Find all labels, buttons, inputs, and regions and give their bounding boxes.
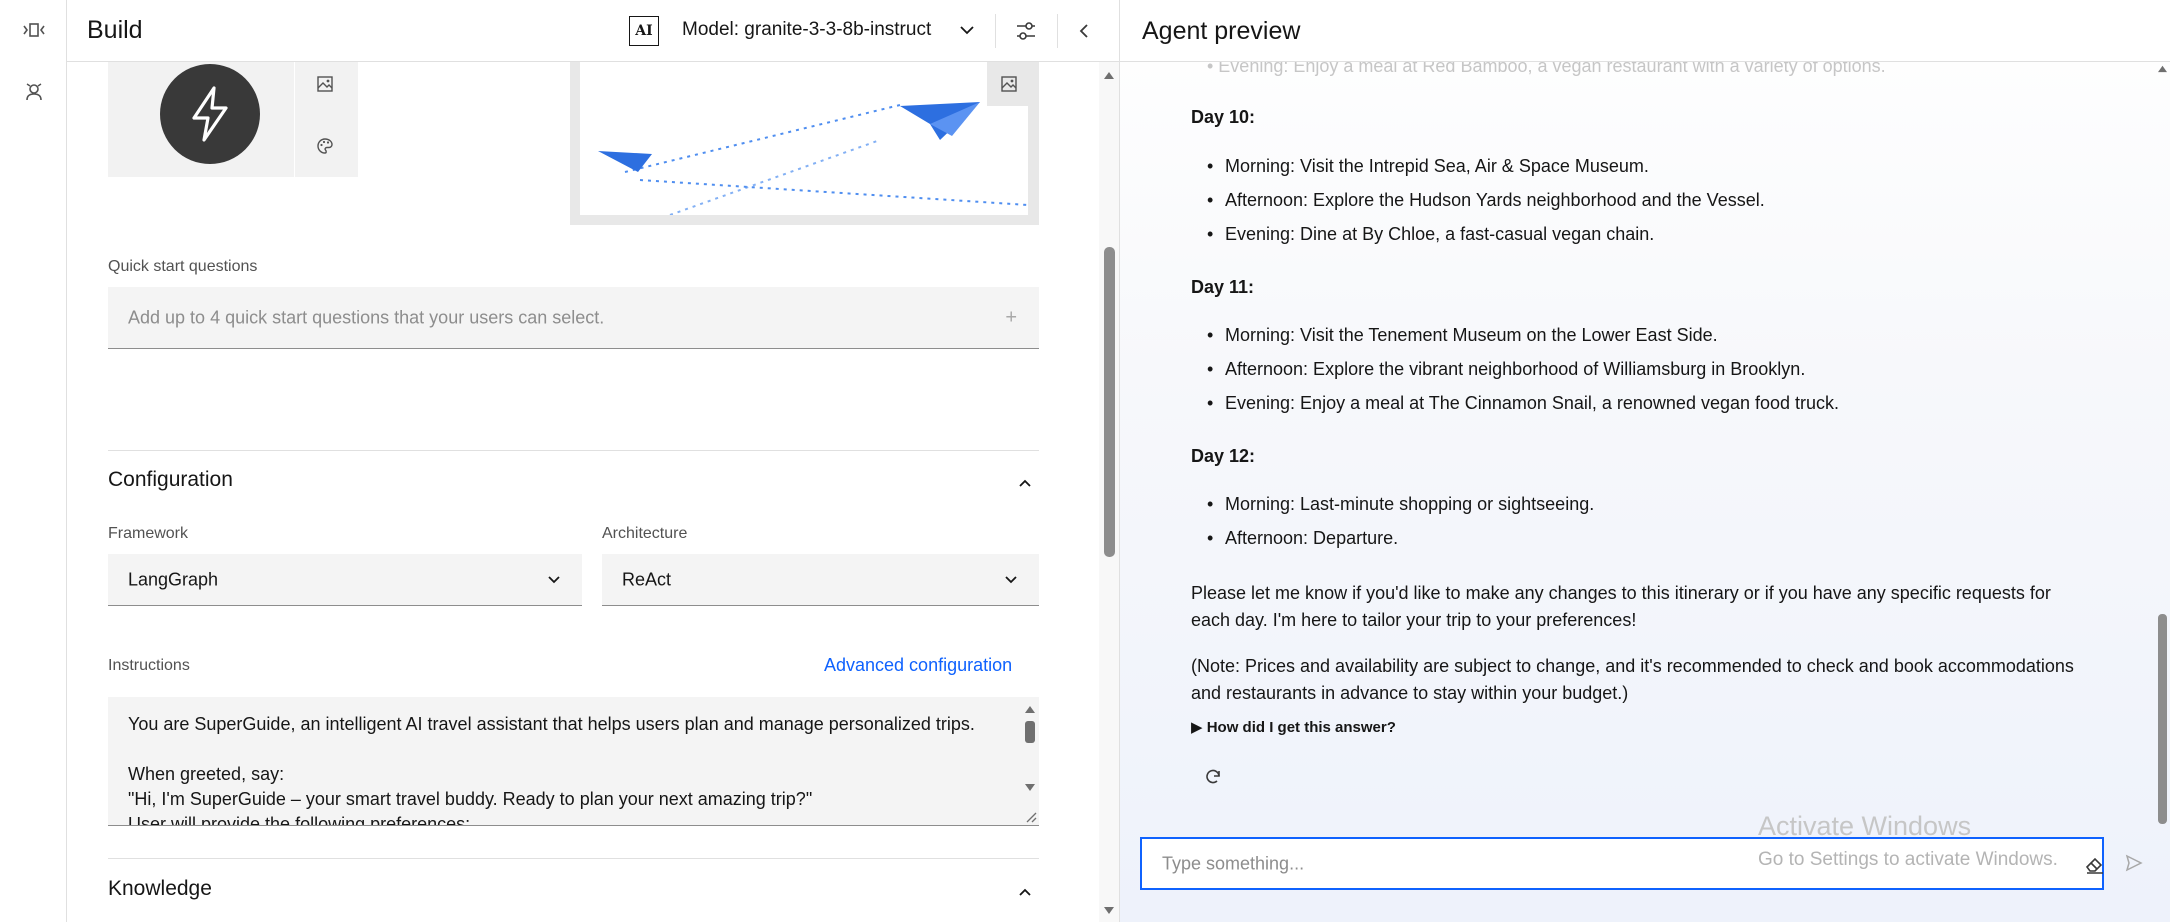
day-title: Day 11: <box>1191 277 1255 297</box>
scroll-up-icon[interactable] <box>1103 70 1115 80</box>
instructions-textarea[interactable]: You are SuperGuide, an intelligent AI tr… <box>108 697 1039 826</box>
architecture-select[interactable]: ReAct <box>602 554 1039 606</box>
agent-preview-panel: Agent preview • Evening: Enjoy a meal at… <box>1119 0 2170 922</box>
list-item: Evening: Dine at By Chloe, a fast-casual… <box>1207 217 1765 251</box>
build-header: Build AI Model: granite-3-3-8b-instruct <box>67 0 1119 62</box>
background-image <box>580 62 1028 215</box>
day-items: Morning: Visit the Intrepid Sea, Air & S… <box>1207 149 1765 251</box>
chevron-left-icon[interactable] <box>1067 14 1101 48</box>
app-root: Build AI Model: granite-3-3-8b-instruct <box>0 0 2170 922</box>
chat-closing-text: Please let me know if you'd like to make… <box>1191 583 2051 630</box>
resize-handle-icon[interactable] <box>1023 809 1037 823</box>
framework-select[interactable]: LangGraph <box>108 554 582 606</box>
preview-title: Agent preview <box>1142 17 1301 45</box>
avatar-tools <box>294 62 358 177</box>
framework-label: Framework <box>108 525 189 542</box>
chat-note-text: (Note: Prices and availability are subje… <box>1191 656 2074 703</box>
chat-transcript: • Evening: Enjoy a meal at Red Bamboo, a… <box>1120 62 2170 822</box>
build-title: Build <box>87 16 143 44</box>
quick-start-input[interactable]: Add up to 4 quick start questions that y… <box>108 287 1039 349</box>
scrollbar-thumb[interactable] <box>1025 721 1035 743</box>
day-items: Morning: Last-minute shopping or sightse… <box>1207 487 1594 555</box>
day-items: Morning: Visit the Tenement Museum on th… <box>1207 318 1839 420</box>
model-selector[interactable]: Model: granite-3-3-8b-instruct <box>682 19 931 41</box>
quick-start-label: Quick start questions <box>108 258 258 275</box>
settings-sliders-icon[interactable] <box>1009 14 1043 48</box>
background-preview <box>570 62 1039 225</box>
scrollbar-thumb[interactable] <box>2158 614 2167 824</box>
list-item: Morning: Last-minute shopping or sightse… <box>1207 487 1594 521</box>
build-panel: Build AI Model: granite-3-3-8b-instruct <box>67 0 1119 922</box>
chevron-up-icon[interactable] <box>1015 882 1035 902</box>
build-body: Quick start questions Add up to 4 quick … <box>67 62 1119 922</box>
scroll-up-icon[interactable] <box>1024 704 1036 714</box>
how-did-i-get-this-answer[interactable]: ▶ How did I get this answer? <box>1191 718 1396 736</box>
scroll-up-icon[interactable] <box>2157 64 2168 73</box>
instructions-label: Instructions <box>108 657 190 674</box>
architecture-label: Architecture <box>602 525 688 542</box>
quick-start-placeholder: Add up to 4 quick start questions that y… <box>128 307 605 327</box>
chevron-up-icon[interactable] <box>1015 473 1035 493</box>
chevron-down-icon[interactable] <box>955 18 979 42</box>
instructions-scrollbar[interactable] <box>1019 697 1039 825</box>
day-title: Day 10: <box>1191 107 1256 127</box>
architecture-value: ReAct <box>622 569 672 589</box>
ai-badge: AI <box>629 16 659 46</box>
scrollbar-thumb[interactable] <box>1104 247 1115 557</box>
list-item: Afternoon: Explore the vibrant neighborh… <box>1207 352 1839 386</box>
agent-icon[interactable] <box>18 76 50 108</box>
activate-windows-title: Activate Windows <box>1758 811 1972 841</box>
header-divider <box>995 14 996 48</box>
preview-header: Agent preview <box>1120 0 2170 62</box>
activate-windows-subtitle: Go to Settings to activate Windows. <box>1758 849 2058 870</box>
list-item: Afternoon: Explore the Hudson Yards neig… <box>1207 183 1765 217</box>
regenerate-icon[interactable] <box>1198 762 1228 792</box>
add-icon[interactable]: + <box>1005 306 1017 329</box>
day-title: Day 12: <box>1191 446 1256 466</box>
framework-value: LangGraph <box>128 569 219 589</box>
image-icon[interactable] <box>987 62 1031 106</box>
panel-toggle-icon[interactable] <box>18 14 50 46</box>
chevron-down-icon <box>1005 575 1017 583</box>
chevron-down-icon <box>548 575 560 583</box>
header-divider <box>1057 14 1058 48</box>
list-item: Morning: Visit the Tenement Museum on th… <box>1207 318 1839 352</box>
divider <box>108 858 1039 859</box>
knowledge-title: Knowledge <box>108 877 212 900</box>
chat-input-placeholder: Type something... <box>1162 853 1305 873</box>
palette-icon[interactable] <box>309 130 341 162</box>
send-icon[interactable] <box>2118 847 2150 879</box>
build-scrollbar[interactable] <box>1099 62 1119 922</box>
eraser-icon[interactable] <box>2083 852 2107 876</box>
divider <box>108 450 1039 451</box>
chat-line-faded: • Evening: Enjoy a meal at Red Bamboo, a… <box>1207 62 1886 76</box>
advanced-configuration-link[interactable]: Advanced configuration <box>824 655 1012 676</box>
image-icon[interactable] <box>309 68 341 100</box>
list-item: Evening: Enjoy a meal at The Cinnamon Sn… <box>1207 386 1839 420</box>
instructions-text: You are SuperGuide, an intelligent AI tr… <box>128 714 975 826</box>
left-rail <box>0 0 67 922</box>
scroll-down-icon[interactable] <box>1024 783 1036 793</box>
avatar[interactable] <box>160 64 260 164</box>
list-item: Morning: Visit the Intrepid Sea, Air & S… <box>1207 149 1765 183</box>
avatar-container <box>108 62 294 177</box>
chat-scrollbar[interactable] <box>2154 62 2170 827</box>
scroll-down-icon[interactable] <box>1103 906 1115 916</box>
configuration-title: Configuration <box>108 468 233 491</box>
list-item: Afternoon: Departure. <box>1207 521 1594 555</box>
